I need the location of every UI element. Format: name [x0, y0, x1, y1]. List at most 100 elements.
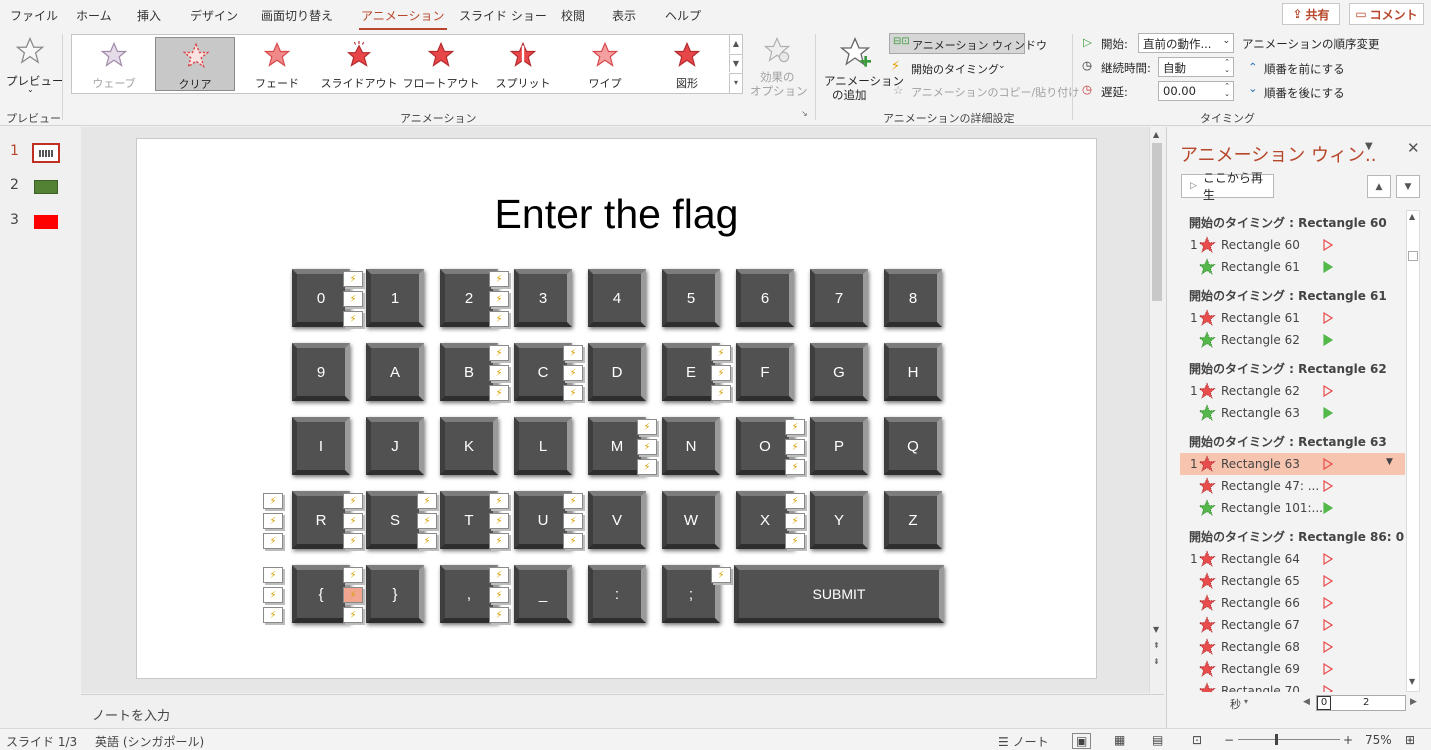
trigger-indicator-icon[interactable]: ⚡	[711, 385, 731, 401]
trigger-indicator-icon[interactable]: ⚡	[263, 513, 283, 529]
slide-thumbnail-2[interactable]	[34, 180, 58, 194]
key-button[interactable]: 8	[884, 269, 942, 327]
key-button[interactable]: 5	[662, 269, 720, 327]
trigger-indicator-icon[interactable]: ⚡	[711, 567, 731, 583]
dialog-launcher-icon[interactable]: ↘	[801, 109, 808, 118]
animation-item[interactable]: 1 Rectangle 63 ▼	[1180, 453, 1405, 475]
tab-file[interactable]: ファイル	[10, 7, 58, 24]
trigger-indicator-icon[interactable]: ⚡	[343, 311, 363, 327]
animation-item[interactable]: 1 Rectangle 64	[1180, 548, 1405, 570]
tab-insert[interactable]: 挿入	[137, 7, 161, 24]
key-button[interactable]: V	[588, 491, 646, 549]
gallery-scroll-down[interactable]: ▼	[729, 54, 742, 72]
trigger-indicator-icon[interactable]: ⚡	[343, 513, 363, 529]
trigger-indicator-icon[interactable]: ⚡	[343, 567, 363, 583]
trigger-indicator-icon[interactable]: ⚡	[563, 533, 583, 549]
trigger-indicator-icon[interactable]: ⚡	[711, 365, 731, 381]
key-button[interactable]: :	[588, 565, 646, 623]
close-icon[interactable]: ✕	[1407, 139, 1420, 157]
trigger-indicator-icon[interactable]: ⚡	[489, 345, 509, 361]
key-button[interactable]: }	[366, 565, 424, 623]
move-down-button[interactable]: ▼	[1396, 175, 1420, 198]
duration-field[interactable]: 自動 ⌃ ⌄	[1158, 57, 1234, 77]
trigger-indicator-icon[interactable]: ⚡	[263, 567, 283, 583]
gallery-item-fade[interactable]: フェード	[237, 37, 317, 91]
animation-painter-button[interactable]: ☆ アニメーションのコピー/貼り付け	[891, 81, 1079, 101]
key-button[interactable]: _	[514, 565, 572, 623]
trigger-indicator-icon[interactable]: ⚡	[417, 533, 437, 549]
tab-design[interactable]: デザイン	[190, 7, 238, 24]
dropdown-icon[interactable]: ▼	[1386, 457, 1393, 467]
key-button[interactable]: 0	[292, 269, 350, 327]
gallery-item-wave[interactable]: ウェーブ	[74, 37, 154, 91]
gallery-item-slide-out[interactable]: スライドアウト	[319, 37, 399, 91]
key-button[interactable]: Z	[884, 491, 942, 549]
key-button[interactable]: 7	[810, 269, 868, 327]
trigger-indicator-icon[interactable]: ⚡	[489, 271, 509, 287]
animation-item[interactable]: Rectangle 67	[1180, 614, 1405, 636]
spinner-icon[interactable]: ⌃ ⌄	[1224, 58, 1230, 74]
trigger-button[interactable]: ⚡ 開始のタイミング ⌄	[891, 58, 1011, 78]
trigger-indicator-icon[interactable]: ⚡	[417, 493, 437, 509]
pane-options-icon[interactable]: ▼	[1365, 141, 1373, 152]
slideshow-icon[interactable]: ⊡	[1192, 733, 1202, 747]
trigger-indicator-icon[interactable]: ⚡	[263, 493, 283, 509]
effect-options-button[interactable]: 効果の オプション	[748, 34, 808, 100]
animation-item[interactable]: Rectangle 65	[1180, 570, 1405, 592]
trigger-indicator-icon[interactable]: ⚡	[489, 311, 509, 327]
trigger-indicator-icon[interactable]: ⚡	[563, 345, 583, 361]
scroll-thumb[interactable]	[1408, 251, 1418, 261]
key-button[interactable]: A	[366, 343, 424, 401]
spinner-icon[interactable]: ⌃ ⌄	[1224, 82, 1230, 98]
animation-item[interactable]: 1 Rectangle 61	[1180, 307, 1405, 329]
key-button[interactable]: Y	[810, 491, 868, 549]
prev-slide-icon[interactable]: ⇞	[1153, 641, 1160, 650]
trigger-indicator-icon[interactable]: ⚡	[263, 587, 283, 603]
trigger-indicator-icon[interactable]: ⚡	[785, 419, 805, 435]
notes-pane[interactable]: ノートを入力	[81, 694, 1164, 728]
key-button[interactable]: G	[810, 343, 868, 401]
trigger-indicator-icon[interactable]: ⚡	[563, 385, 583, 401]
timeline-left-icon[interactable]: ◀	[1303, 697, 1310, 707]
reading-view-icon[interactable]: ▤	[1152, 733, 1163, 747]
trigger-indicator-icon[interactable]: ⚡	[343, 291, 363, 307]
slide-title[interactable]: Enter the flag	[137, 191, 1096, 238]
tab-slideshow[interactable]: スライド ショー	[459, 7, 547, 24]
tab-help[interactable]: ヘルプ	[665, 7, 701, 24]
trigger-indicator-icon[interactable]: ⚡	[417, 513, 437, 529]
comment-button[interactable]: ▭ コメント	[1349, 3, 1424, 25]
tab-animations[interactable]: アニメーション	[359, 7, 447, 30]
animation-item[interactable]: Rectangle 70	[1180, 680, 1405, 692]
zoom-slider[interactable]	[1238, 734, 1340, 745]
trigger-indicator-icon[interactable]: ⚡	[489, 607, 509, 623]
trigger-indicator-icon[interactable]: ⚡	[785, 493, 805, 509]
trigger-indicator-icon[interactable]: ⚡	[785, 513, 805, 529]
trigger-indicator-icon[interactable]: ⚡	[489, 291, 509, 307]
trigger-indicator-icon[interactable]: ⚡	[263, 607, 283, 623]
animation-item[interactable]: 1 Rectangle 60	[1180, 234, 1405, 256]
next-slide-icon[interactable]: ⇟	[1153, 657, 1160, 666]
key-button[interactable]: I	[292, 417, 350, 475]
trigger-indicator-icon[interactable]: ⚡	[489, 365, 509, 381]
timeline-ruler[interactable]: 0 2	[1316, 695, 1406, 711]
trigger-indicator-icon[interactable]: ⚡	[489, 493, 509, 509]
animation-item[interactable]: Rectangle 68	[1180, 636, 1405, 658]
trigger-indicator-icon[interactable]: ⚡	[563, 513, 583, 529]
scroll-down-icon[interactable]: ▼	[1409, 677, 1415, 686]
trigger-indicator-icon[interactable]: ⚡	[343, 587, 363, 603]
trigger-indicator-icon[interactable]: ⚡	[785, 439, 805, 455]
submit-button[interactable]: SUBMIT	[734, 565, 944, 623]
gallery-scroll-up[interactable]: ▲	[729, 35, 742, 53]
editor-scrollbar[interactable]: ▲ ▼ ⇞ ⇟	[1149, 127, 1164, 693]
start-select[interactable]: 直前の動作... ⌄	[1138, 33, 1234, 53]
animation-item[interactable]: Rectangle 47: ...	[1180, 475, 1405, 497]
key-button[interactable]: D	[588, 343, 646, 401]
key-button[interactable]: S	[366, 491, 424, 549]
animation-item[interactable]: 1 Rectangle 62	[1180, 380, 1405, 402]
key-button[interactable]: F	[736, 343, 794, 401]
trigger-indicator-icon[interactable]: ⚡	[637, 419, 657, 435]
trigger-indicator-icon[interactable]: ⚡	[489, 533, 509, 549]
animation-item[interactable]: Rectangle 69	[1180, 658, 1405, 680]
trigger-indicator-icon[interactable]: ⚡	[343, 533, 363, 549]
key-button[interactable]: N	[662, 417, 720, 475]
